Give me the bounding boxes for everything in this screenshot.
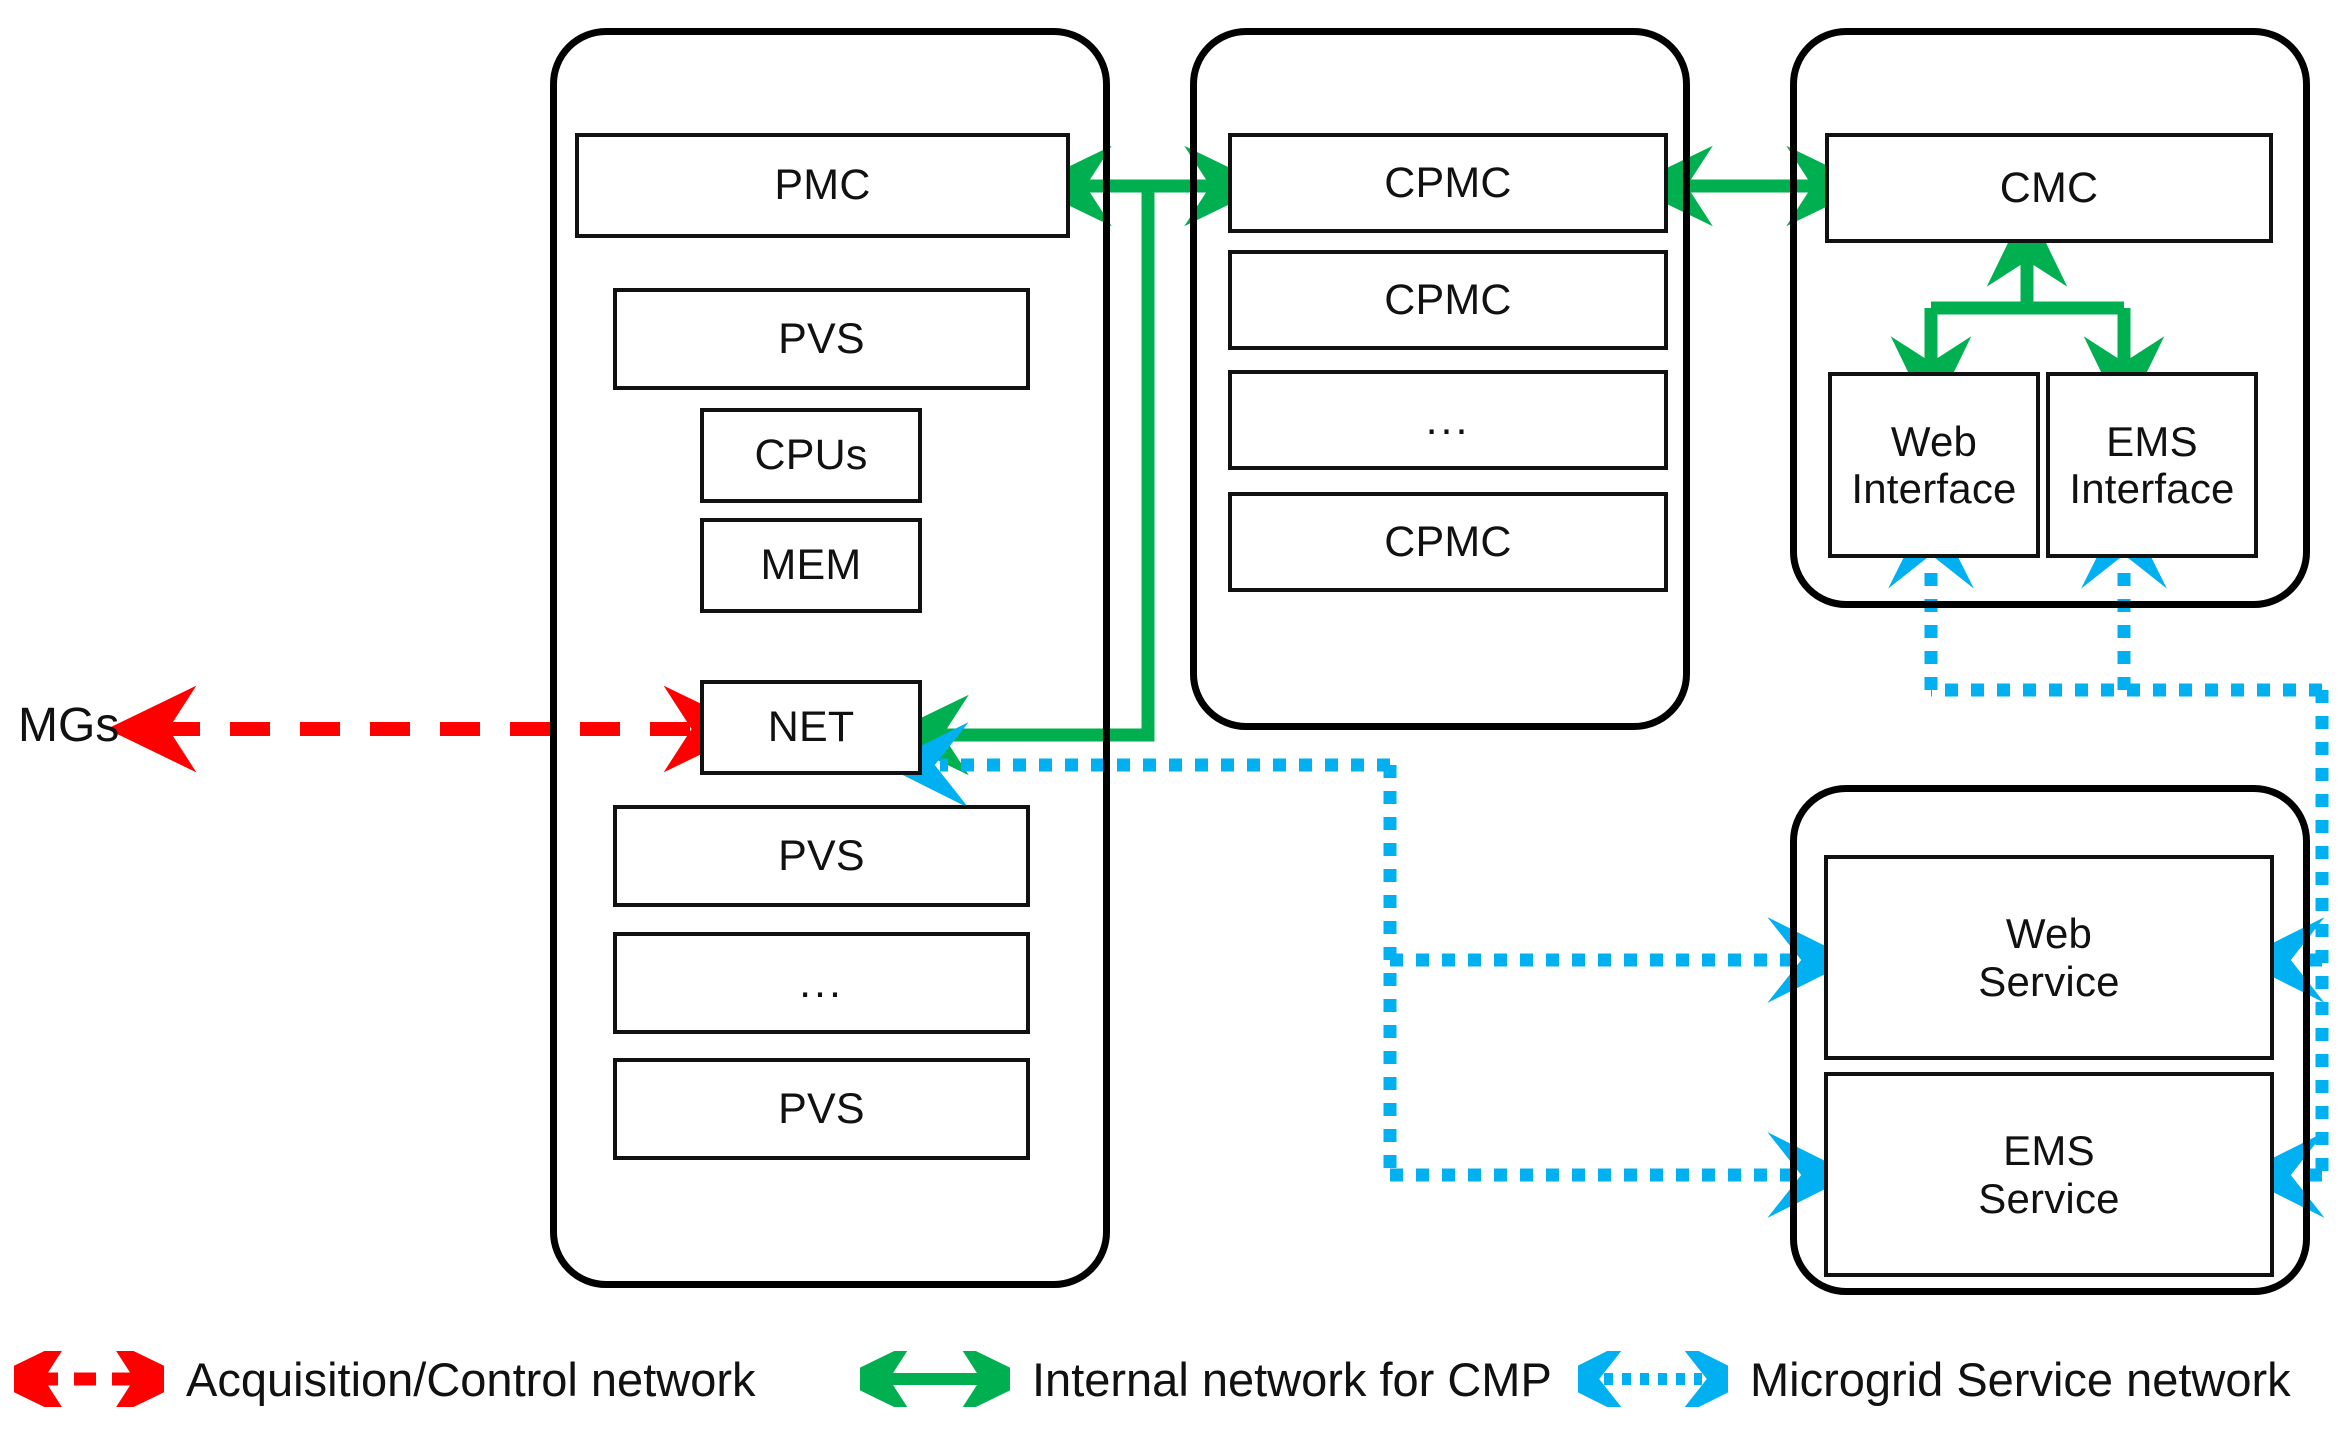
module-cpmc-ellipsis: ...: [1228, 370, 1668, 470]
module-cpmc-3[interactable]: CPMC: [1228, 492, 1668, 592]
module-pvs-ellipsis: ...: [613, 932, 1030, 1034]
module-cmc[interactable]: CMC: [1825, 133, 2273, 243]
legend-item-internal-cmp: Internal network for CMP: [860, 1344, 1552, 1414]
legend-label-microgrid-service: Microgrid Service network: [1750, 1352, 2291, 1406]
module-net[interactable]: NET: [700, 680, 922, 775]
module-cpus[interactable]: CPUs: [700, 408, 922, 503]
diagram-canvas: NET (acquisition/control) --> CPMC (hori…: [0, 0, 2348, 1437]
module-cpmc-2[interactable]: CPMC: [1228, 250, 1668, 350]
module-cpmc-1[interactable]: CPMC: [1228, 133, 1668, 233]
module-ems-service[interactable]: EMS Service: [1824, 1072, 2274, 1277]
legend: Acquisition/Control network Internal net…: [0, 1330, 2348, 1437]
legend-item-acquisition-control: Acquisition/Control network: [14, 1344, 756, 1414]
module-web-service[interactable]: Web Service: [1824, 855, 2274, 1060]
legend-label-internal-cmp: Internal network for CMP: [1032, 1352, 1552, 1406]
module-web-interface[interactable]: Web Interface: [1828, 372, 2040, 558]
dashed-double-arrow-icon: [14, 1351, 164, 1407]
module-pvs-top[interactable]: PVS: [613, 288, 1030, 390]
legend-label-acquisition-control: Acquisition/Control network: [186, 1352, 756, 1406]
module-pvs-last[interactable]: PVS: [613, 1058, 1030, 1160]
legend-item-microgrid-service: Microgrid Service network: [1578, 1344, 2291, 1414]
dotted-double-arrow-icon: [1578, 1351, 1728, 1407]
module-pvs-second[interactable]: PVS: [613, 805, 1030, 907]
module-mem[interactable]: MEM: [700, 518, 922, 613]
mgs-label: MGs: [18, 699, 120, 752]
solid-double-arrow-icon: [860, 1351, 1010, 1407]
module-pmc[interactable]: PMC: [575, 133, 1070, 238]
module-ems-interface[interactable]: EMS Interface: [2046, 372, 2258, 558]
